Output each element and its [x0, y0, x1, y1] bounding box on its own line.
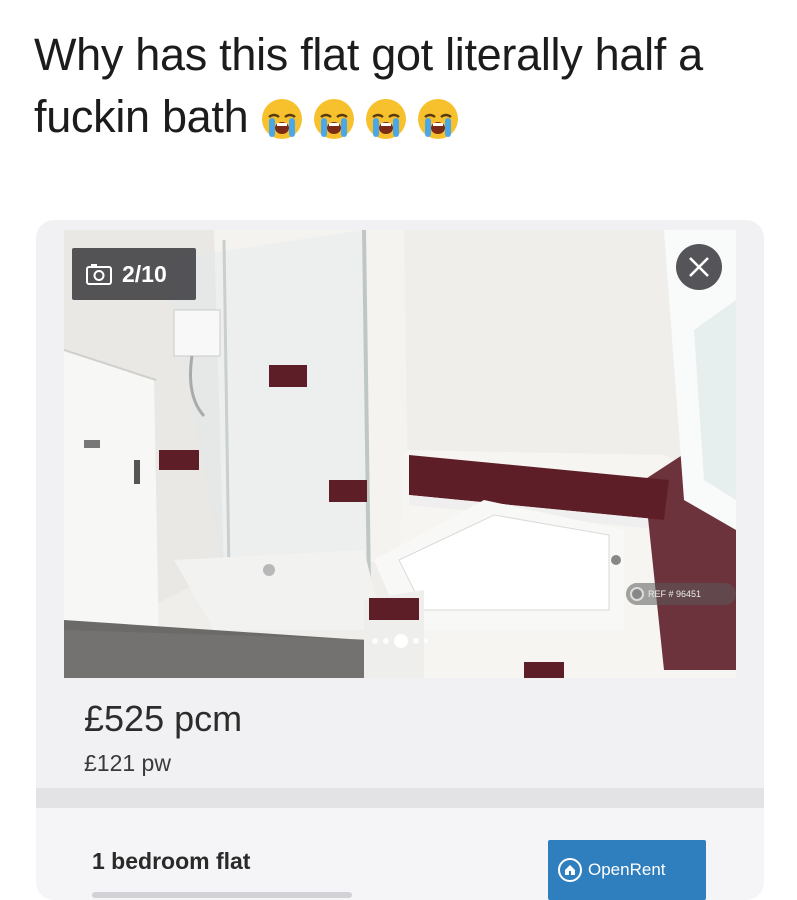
- details-section: 1 bedroom flat OpenRent: [36, 808, 764, 900]
- price-weekly: £121 pw: [84, 750, 171, 776]
- ref-watermark-text: REF # 96451: [648, 589, 702, 599]
- loudly-crying-face-icon: [418, 99, 459, 139]
- openrent-logo-icon: [558, 858, 582, 882]
- carousel-dot[interactable]: [372, 638, 378, 644]
- price-monthly: £525 pcm: [84, 698, 243, 739]
- price-section: £525 pcm £121 pw: [36, 678, 764, 790]
- carousel-dot-active[interactable]: [394, 634, 408, 648]
- listing-photo[interactable]: 2/10 REF # 96451: [64, 230, 736, 678]
- section-divider: [36, 788, 764, 808]
- property-type: 1 bedroom flat: [92, 848, 251, 874]
- truncated-detail-line: [92, 892, 352, 898]
- agent-logo[interactable]: OpenRent: [548, 840, 706, 900]
- photo-counter-text: 2/10: [122, 260, 167, 287]
- meme-caption: Why has this flat got literally half a f…: [34, 24, 774, 148]
- carousel-dot[interactable]: [424, 639, 428, 643]
- house-icon: [565, 865, 575, 875]
- carousel-dot[interactable]: [383, 638, 389, 644]
- loudly-crying-face-icon: [314, 99, 355, 139]
- loudly-crying-face-icon: [366, 99, 407, 139]
- close-icon: [689, 257, 709, 277]
- carousel-dot[interactable]: [413, 638, 419, 644]
- close-button[interactable]: [676, 244, 722, 290]
- openrent-watermark-icon: [630, 587, 644, 601]
- emoji-row: [260, 97, 460, 141]
- photo-counter-badge: 2/10: [72, 248, 196, 300]
- agent-name: OpenRent: [588, 860, 666, 879]
- loudly-crying-face-icon: [262, 99, 303, 139]
- ref-watermark: REF # 96451: [626, 583, 736, 605]
- camera-icon: [86, 264, 112, 285]
- listing-card[interactable]: 2/10 REF # 96451 £525 pcm £121 pw 1 bedr…: [36, 220, 764, 900]
- carousel-dots[interactable]: [372, 634, 428, 648]
